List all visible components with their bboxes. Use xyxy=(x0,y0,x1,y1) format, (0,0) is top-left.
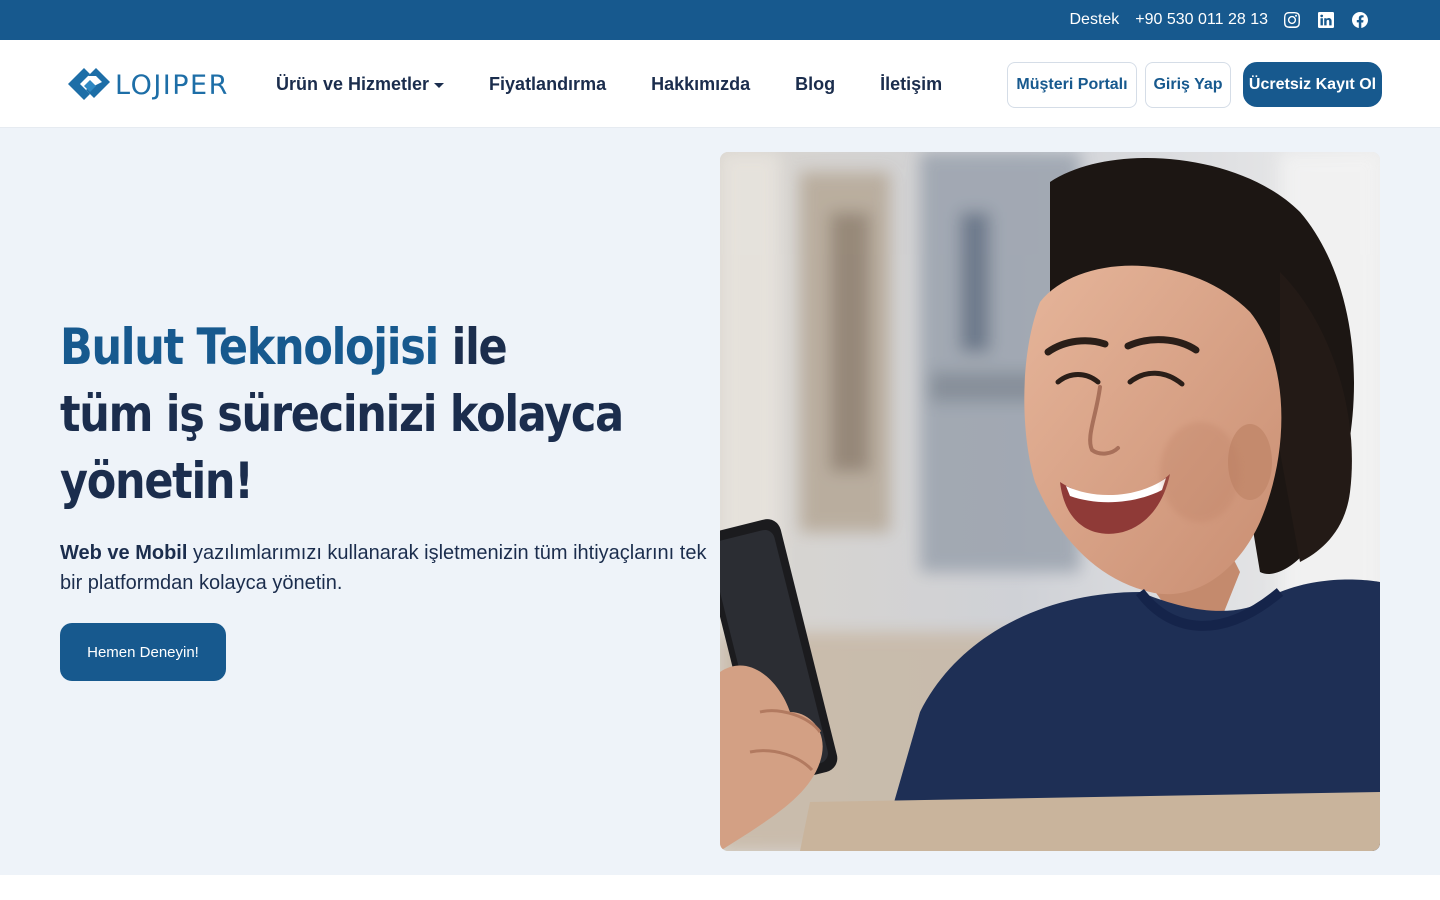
hero-subtitle: Web ve Mobil yazılımlarımızı kullanarak … xyxy=(60,538,710,598)
nav-item-blog[interactable]: Blog xyxy=(795,74,835,95)
try-now-button[interactable]: Hemen Deneyin! xyxy=(60,623,226,681)
login-button[interactable]: Giriş Yap xyxy=(1145,62,1231,108)
brand-logo[interactable]: LOJIPER xyxy=(66,66,229,104)
nav-item-about[interactable]: Hakkımızda xyxy=(651,74,750,95)
main-header: LOJIPER Ürün ve Hizmetler Fiyatlandırma … xyxy=(0,40,1440,128)
nav-item-products-services[interactable]: Ürün ve Hizmetler xyxy=(276,73,445,95)
next-section-edge xyxy=(0,875,1440,900)
hero-title-part-1: ile xyxy=(437,318,508,376)
hero-image xyxy=(720,152,1380,851)
support-link[interactable]: Destek xyxy=(1069,11,1119,29)
hero-title: Bulut Teknolojisi ile tüm iş sürecinizi … xyxy=(60,314,628,515)
phone-link[interactable]: +90 530 011 28 13 xyxy=(1135,11,1268,29)
nav-item-label: Ürün ve Hizmetler xyxy=(276,73,430,94)
lojiper-logo-mark-icon xyxy=(68,68,110,100)
nav-item-pricing[interactable]: Fiyatlandırma xyxy=(489,74,606,95)
instagram-icon[interactable] xyxy=(1282,10,1302,30)
smiling-woman-photo-icon xyxy=(720,152,1380,851)
hero-title-line-3: yönetin! xyxy=(60,452,254,510)
hero-section: Bulut Teknolojisi ile tüm iş sürecinizi … xyxy=(0,128,1440,875)
facebook-icon[interactable] xyxy=(1350,10,1370,30)
customer-portal-button[interactable]: Müşteri Portalı xyxy=(1007,62,1137,108)
nav-item-contact[interactable]: İletişim xyxy=(880,74,942,95)
top-bar: Destek +90 530 011 28 13 xyxy=(0,0,1440,40)
hero-title-accent: Bulut Teknolojisi xyxy=(60,318,439,376)
hero-subtitle-bold: Web ve Mobil xyxy=(60,542,188,564)
free-signup-button[interactable]: Ücretsiz Kayıt Ol xyxy=(1243,62,1382,107)
brand-name: LOJIPER xyxy=(115,69,229,101)
linkedin-icon[interactable] xyxy=(1316,10,1336,30)
main-nav: Ürün ve Hizmetler Fiyatlandırma Hakkımız… xyxy=(276,40,942,128)
top-bar-contents: Destek +90 530 011 28 13 xyxy=(1053,0,1370,40)
hero-title-line-2: tüm iş sürecinizi kolayca xyxy=(60,385,624,443)
chevron-down-icon xyxy=(434,82,445,88)
